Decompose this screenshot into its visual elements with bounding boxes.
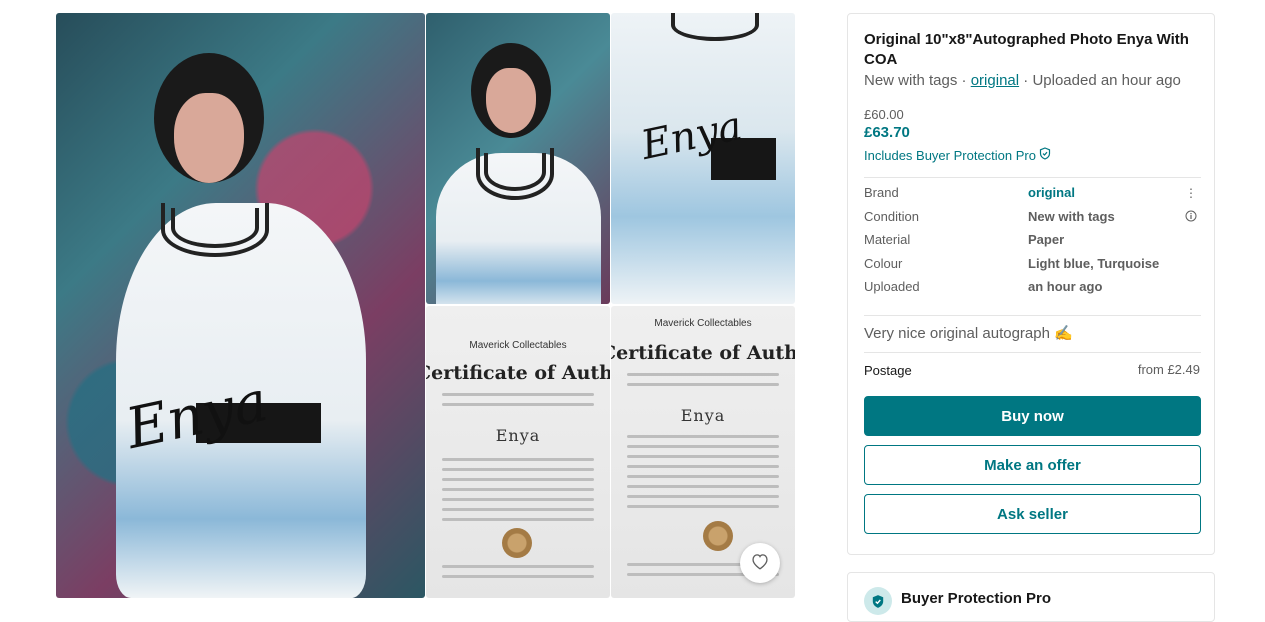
- more-vertical-icon[interactable]: ⋮: [1185, 186, 1197, 200]
- item-details-panel: Original 10"x8"Autographed Photo Enya Wi…: [847, 13, 1215, 555]
- detail-row-material: Material Paper: [864, 232, 1201, 252]
- buyer-protection-link[interactable]: Includes Buyer Protection Pro: [864, 147, 1051, 163]
- heart-icon: [750, 552, 770, 575]
- detail-value-brand[interactable]: original: [1028, 185, 1075, 200]
- postage-label: Postage: [864, 363, 912, 378]
- ask-seller-button[interactable]: Ask seller: [864, 494, 1201, 534]
- photo-gallery: Enya Enya Maverick Collectables Certific…: [56, 13, 795, 598]
- detail-row-condition: Condition New with tags: [864, 209, 1201, 229]
- shield-icon: [1039, 147, 1051, 163]
- buyer-protection-card: Buyer Protection Pro: [847, 572, 1215, 622]
- certificate-org: Maverick Collectables: [469, 340, 567, 351]
- detail-value: Paper: [1028, 232, 1065, 247]
- buyer-protection-label: Includes Buyer Protection Pro: [864, 147, 1036, 163]
- item-description: Very nice original autograph ✍️: [864, 325, 1073, 342]
- shield-check-icon: [864, 587, 892, 615]
- photo-thumbnail[interactable]: [426, 13, 610, 304]
- separator: ·: [961, 72, 967, 89]
- certificate-title: Certificate of Authen: [611, 342, 795, 364]
- divider: [864, 315, 1201, 316]
- detail-value: Light blue, Turquoise: [1028, 256, 1160, 271]
- uploaded-time: Uploaded an hour ago: [1032, 72, 1181, 89]
- certificate-name: Enya: [495, 426, 541, 445]
- detail-value: an hour ago: [1028, 279, 1103, 294]
- certificate-name: Enya: [680, 406, 726, 425]
- buyer-protection-title: Buyer Protection Pro: [901, 590, 1052, 607]
- divider: [864, 352, 1201, 353]
- buy-now-button[interactable]: Buy now: [864, 396, 1201, 436]
- certificate-org: Maverick Collectables: [654, 318, 752, 329]
- detail-row-brand: Brand original ⋮: [864, 185, 1201, 205]
- certificate-title: Certificate of Authentici: [426, 362, 610, 384]
- item-price: £60.00: [864, 107, 904, 122]
- detail-row-uploaded: Uploaded an hour ago: [864, 279, 1201, 299]
- seal-icon: [502, 528, 532, 558]
- detail-row-colour: Colour Light blue, Turquoise: [864, 256, 1201, 276]
- detail-value: New with tags: [1028, 209, 1115, 224]
- item-subtitle: New with tags · original · Uploaded an h…: [864, 72, 1181, 89]
- detail-label: Condition: [864, 209, 919, 224]
- certificate-photo[interactable]: Maverick Collectables Certificate of Aut…: [426, 306, 610, 598]
- detail-label: Uploaded: [864, 279, 920, 294]
- separator: ·: [1023, 72, 1029, 89]
- postage-value: from £2.49: [1137, 362, 1200, 377]
- main-photo[interactable]: Enya: [56, 13, 425, 598]
- detail-label: Colour: [864, 256, 903, 271]
- seal-icon: [703, 521, 733, 551]
- item-title: Original 10"x8"Autographed Photo Enya Wi…: [864, 31, 1189, 68]
- info-icon[interactable]: [1185, 210, 1197, 225]
- detail-label: Brand: [864, 185, 899, 200]
- detail-label: Material: [864, 232, 911, 247]
- photo-thumbnail[interactable]: Enya: [611, 13, 795, 304]
- divider: [864, 177, 1201, 178]
- brand-link[interactable]: original: [971, 72, 1019, 89]
- item-condition-short: New with tags: [864, 72, 958, 89]
- make-offer-button[interactable]: Make an offer: [864, 445, 1201, 485]
- total-price[interactable]: £63.70: [864, 124, 910, 141]
- favourite-button[interactable]: [740, 543, 780, 583]
